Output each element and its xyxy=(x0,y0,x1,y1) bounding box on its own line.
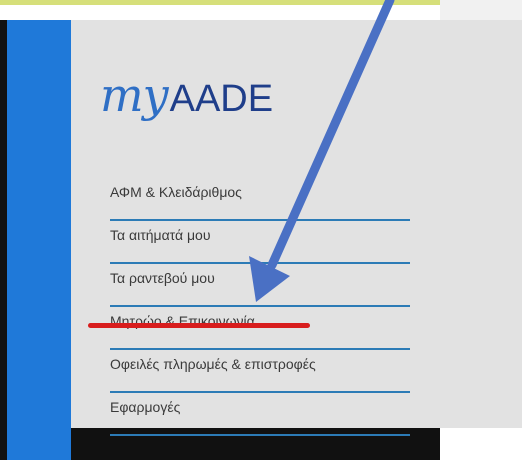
annotation-arrow-icon xyxy=(249,0,395,302)
